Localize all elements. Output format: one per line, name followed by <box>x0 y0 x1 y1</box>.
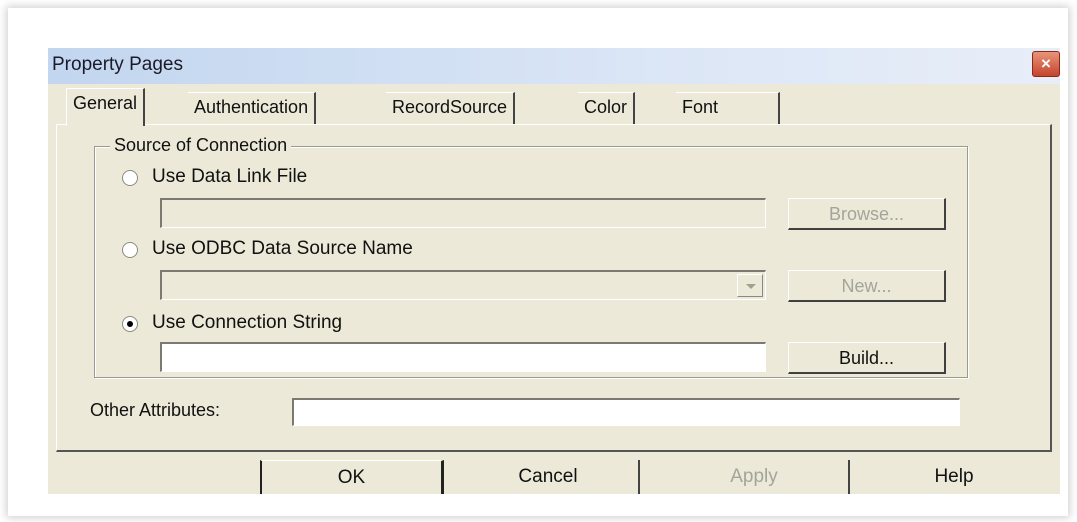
tab-color[interactable]: Color <box>578 92 636 124</box>
radio-use-connection-string[interactable] <box>122 316 138 332</box>
other-attributes-field[interactable] <box>292 398 960 426</box>
use-data-link-file-label[interactable]: Use Data Link File <box>152 166 307 188</box>
screenshot-frame: Property Pages × General Authentication … <box>8 8 1068 516</box>
window-title: Property Pages <box>52 54 183 75</box>
close-icon[interactable]: × <box>1032 51 1060 77</box>
radio-use-odbc-dsn[interactable] <box>122 242 138 258</box>
chevron-down-icon <box>737 274 763 297</box>
radio-selected-dot <box>127 321 133 327</box>
title-bar[interactable]: Property Pages × <box>48 48 1060 84</box>
radio-use-data-link-file[interactable] <box>122 170 138 186</box>
tab-recordsource[interactable]: RecordSource <box>386 92 516 124</box>
tab-authentication[interactable]: Authentication <box>188 92 317 124</box>
other-attributes-label: Other Attributes: <box>90 400 221 420</box>
data-link-file-field <box>160 198 766 228</box>
odbc-dsn-combobox <box>160 270 766 300</box>
property-pages-dialog: Property Pages × General Authentication … <box>48 48 1060 494</box>
new-button: New... <box>788 270 946 302</box>
use-connection-string-label[interactable]: Use Connection String <box>152 312 342 334</box>
tab-font[interactable]: Font <box>676 92 780 124</box>
apply-button: Apply <box>660 460 850 494</box>
ok-button[interactable]: OK <box>260 460 444 494</box>
build-button[interactable]: Build... <box>788 342 946 374</box>
connection-string-field[interactable] <box>160 342 766 372</box>
use-odbc-dsn-label[interactable]: Use ODBC Data Source Name <box>152 238 413 260</box>
help-button[interactable]: Help <box>866 460 1042 494</box>
cancel-button[interactable]: Cancel <box>458 460 640 494</box>
tab-general[interactable]: General <box>66 88 146 126</box>
source-of-connection-label: Source of Connection <box>110 135 292 156</box>
browse-button: Browse... <box>788 198 946 230</box>
